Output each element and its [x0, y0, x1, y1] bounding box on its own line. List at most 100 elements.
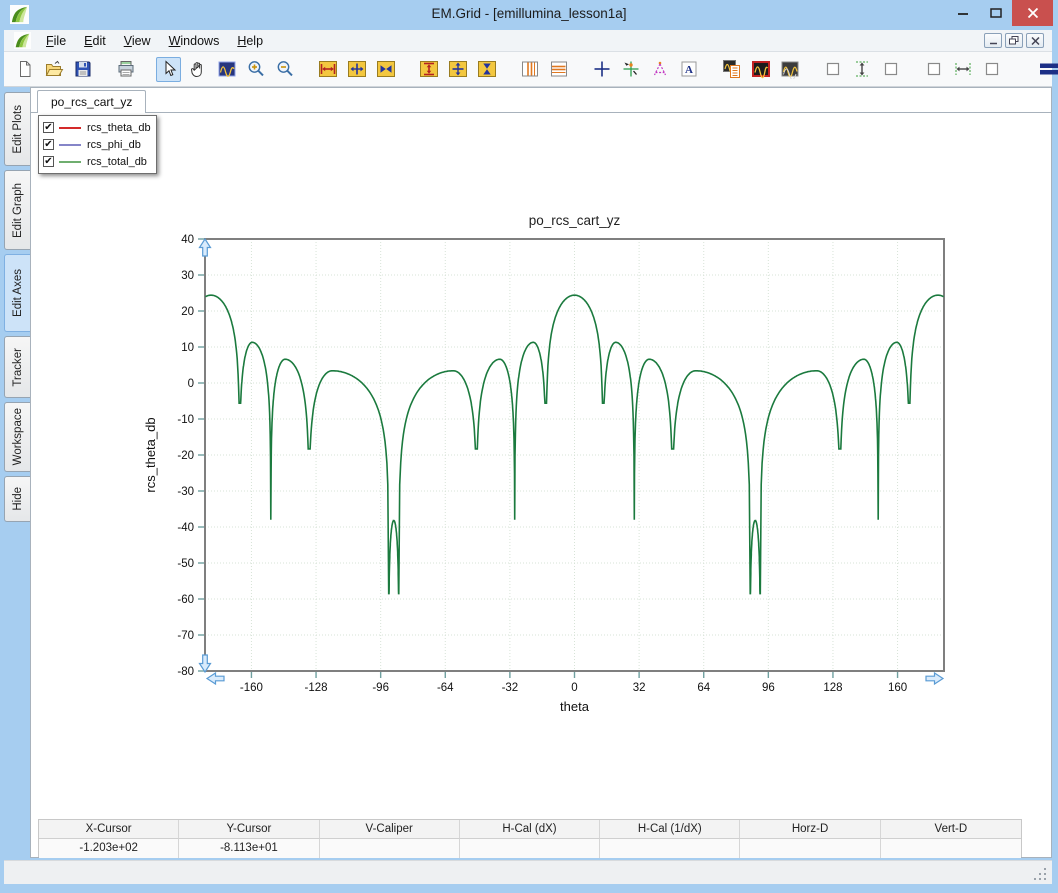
- legend-item-rcs_theta_db: ✔ rcs_theta_db: [43, 119, 152, 136]
- legend-checkbox-rcs_theta_db[interactable]: ✔: [43, 122, 54, 133]
- select-cursor-button[interactable]: [156, 57, 181, 82]
- status-col-V-Caliper: V-Caliper: [320, 820, 460, 839]
- x-tick-label: -128: [305, 682, 328, 694]
- mdi-close-button[interactable]: [1026, 33, 1044, 48]
- chart-plot-area[interactable]: -160-128-96-64-320326496128160403020100-…: [141, 201, 1011, 731]
- side-tab-label: Edit Plots: [12, 105, 24, 154]
- side-tab-tracker[interactable]: Tracker: [4, 336, 30, 398]
- mdi-window-controls: [984, 33, 1044, 48]
- box-blank-4-button[interactable]: [979, 57, 1004, 82]
- plot-report-button[interactable]: [719, 57, 744, 82]
- x-tick-label: 32: [633, 682, 646, 694]
- menu-edit[interactable]: Edit: [75, 31, 115, 51]
- menu-file[interactable]: File: [37, 31, 75, 51]
- side-tab-hide[interactable]: Hide: [4, 476, 30, 522]
- status-col-H-Cal (dX): H-Cal (dX): [460, 820, 600, 839]
- fit-horizontal-button[interactable]: [344, 57, 369, 82]
- y-axis-bottom-handle[interactable]: [200, 655, 211, 672]
- y-tick-label: -40: [177, 522, 194, 534]
- legend-label: rcs_phi_db: [87, 139, 141, 151]
- menu-windows[interactable]: Windows: [160, 31, 229, 51]
- open-file-button[interactable]: [41, 57, 66, 82]
- zoom-in-button[interactable]: [243, 57, 268, 82]
- status-val-H-Cal (1/dX): [600, 839, 740, 858]
- legend-checkbox-rcs_phi_db[interactable]: ✔: [43, 139, 54, 150]
- maximize-button[interactable]: [979, 0, 1012, 26]
- plot-multi-button[interactable]: [777, 57, 802, 82]
- legend-checkbox-rcs_total_db[interactable]: ✔: [43, 156, 54, 167]
- x-tick-label: 160: [888, 682, 907, 694]
- side-tab-edit-axes[interactable]: Edit Axes: [4, 254, 30, 332]
- x-axis-right-handle[interactable]: [926, 673, 943, 684]
- side-tab-label: Workspace: [12, 408, 24, 465]
- x-tick-label: -96: [372, 682, 389, 694]
- pan-hand-button[interactable]: [185, 57, 210, 82]
- titlebar: EM.Grid - [emillumina_lesson1a]: [0, 0, 1058, 30]
- side-tab-edit-graph[interactable]: Edit Graph: [4, 170, 30, 250]
- plot-frame-button[interactable]: [748, 57, 773, 82]
- side-tab-label: Hide: [12, 487, 24, 511]
- y-tick-label: -70: [177, 630, 194, 642]
- side-tab-edit-plots[interactable]: Edit Plots: [4, 92, 30, 166]
- x-tick-label: -64: [437, 682, 454, 694]
- box-blank-1-button[interactable]: [820, 57, 845, 82]
- new-document-button[interactable]: [12, 57, 37, 82]
- caliper-button[interactable]: [647, 57, 672, 82]
- box-blank-3-button[interactable]: [921, 57, 946, 82]
- legend-item-rcs_total_db: ✔rcs_total_db: [43, 153, 152, 170]
- x-tick-label: -160: [240, 682, 263, 694]
- expand-vertical-button[interactable]: [416, 57, 441, 82]
- legend-line-swatch: [59, 144, 81, 146]
- app-window: EM.Grid - [emillumina_lesson1a] FileEdit…: [0, 0, 1058, 893]
- client-area: Edit Plots Edit Graph Edit Axes Tracker Work…: [4, 87, 1052, 858]
- mdi-restore-button[interactable]: [1005, 33, 1023, 48]
- y-tick-label: 30: [181, 270, 194, 282]
- text-annotation-button[interactable]: A: [676, 57, 701, 82]
- x-axis-label: theta: [560, 699, 590, 714]
- menu-view[interactable]: View: [115, 31, 160, 51]
- x-tick-label: -32: [502, 682, 519, 694]
- zoom-window-button[interactable]: [214, 57, 239, 82]
- toolbar: ALayout▾: [4, 52, 1052, 87]
- crosshair-button[interactable]: [589, 57, 614, 82]
- legend-label: rcs_theta_db: [87, 122, 151, 134]
- vertical-markers-button[interactable]: [517, 57, 542, 82]
- compress-horizontal-button[interactable]: [373, 57, 398, 82]
- resize-grip[interactable]: [1044, 878, 1047, 881]
- y-tick-label: -60: [177, 594, 194, 606]
- fit-vertical-button[interactable]: [445, 57, 470, 82]
- window-title: EM.Grid - [emillumina_lesson1a]: [0, 6, 1058, 21]
- horizontal-markers-button[interactable]: [546, 57, 571, 82]
- y-tick-label: 10: [181, 342, 194, 354]
- cursor-status-table: X-CursorY-CursorV-CaliperH-Cal (dX)H-Cal…: [38, 819, 1022, 857]
- print-button[interactable]: [113, 57, 138, 82]
- side-tab-workspace[interactable]: Workspace: [4, 402, 30, 472]
- minimize-button[interactable]: [946, 0, 979, 26]
- close-button[interactable]: [1012, 0, 1053, 26]
- distribute-horizontal-button[interactable]: [950, 57, 975, 82]
- side-tab-label: Edit Graph: [12, 183, 24, 238]
- tab-po-rcs-cart-yz[interactable]: po_rcs_cart_yz: [37, 90, 146, 113]
- distribute-vertical-button[interactable]: [849, 57, 874, 82]
- legend-box: ✔ rcs_theta_db ✔ rcs_phi_db ✔rcs_total_db: [38, 115, 157, 174]
- status-col-Vert-D: Vert-D: [881, 820, 1021, 839]
- mdi-minimize-button[interactable]: [984, 33, 1002, 48]
- tracker-cursor-button[interactable]: [618, 57, 643, 82]
- status-val-Vert-D: [881, 839, 1021, 858]
- x-tick-label: 96: [762, 682, 775, 694]
- menu-help[interactable]: Help: [228, 31, 272, 51]
- legend-line-swatch: [59, 161, 81, 163]
- legend-line-swatch: [59, 127, 81, 129]
- layout-menu-button[interactable]: Layout▾: [1032, 57, 1058, 82]
- zoom-out-button[interactable]: [272, 57, 297, 82]
- expand-horizontal-button[interactable]: [315, 57, 340, 82]
- app-statusbar: [4, 860, 1052, 884]
- y-axis-top-handle[interactable]: [200, 239, 211, 256]
- x-axis-left-handle[interactable]: [207, 673, 224, 684]
- status-col-Y-Cursor: Y-Cursor: [179, 820, 319, 839]
- save-file-button[interactable]: [70, 57, 95, 82]
- y-tick-label: -80: [177, 666, 194, 678]
- box-blank-2-button[interactable]: [878, 57, 903, 82]
- compress-vertical-button[interactable]: [474, 57, 499, 82]
- menu-items: FileEditViewWindowsHelp: [37, 31, 272, 51]
